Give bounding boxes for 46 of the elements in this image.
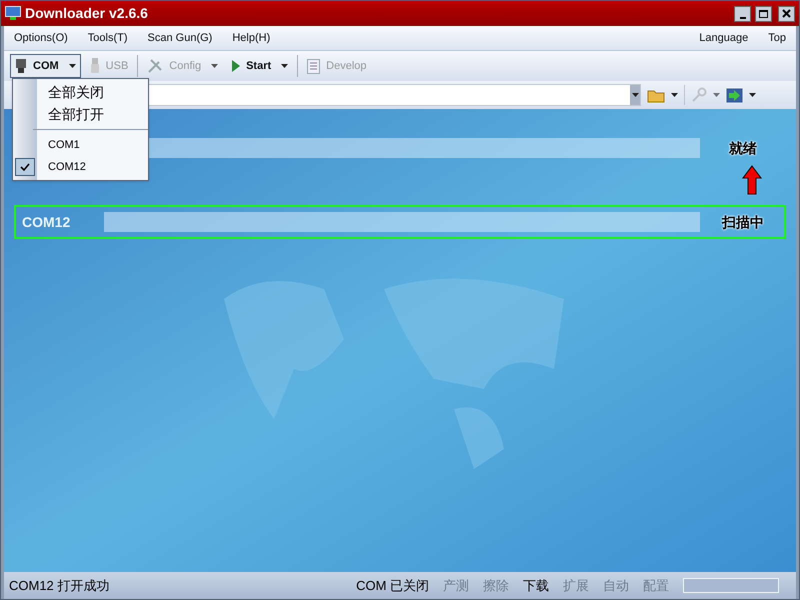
mode-label: 产测	[443, 576, 470, 595]
menu-item[interactable]: Top	[761, 30, 793, 46]
play-icon	[232, 60, 240, 72]
toolbar-button[interactable]: Start	[227, 54, 294, 78]
monitor-icon	[5, 6, 21, 21]
status-message: COM12 打开成功	[9, 576, 110, 595]
caret-icon[interactable]	[671, 93, 678, 97]
toolbar-button[interactable]: COM	[10, 54, 81, 78]
caret-icon[interactable]	[749, 93, 756, 97]
menu-item[interactable]: Help(H)	[224, 30, 278, 46]
caret-icon[interactable]	[68, 64, 76, 68]
channel-status: 就绪	[728, 138, 758, 158]
mode-label: 下载	[523, 576, 550, 595]
menu-option[interactable]: 全部关闭	[13, 81, 148, 103]
menu-item[interactable]: Language	[692, 30, 756, 46]
option-label: COM12	[48, 160, 86, 175]
mode-label: 配置	[643, 576, 670, 595]
mode-label: 扩展	[563, 576, 590, 595]
exit-arrow-icon[interactable]	[726, 88, 743, 102]
close-button[interactable]	[778, 6, 795, 22]
folder-icon[interactable]	[647, 88, 665, 102]
option-label: 全部关闭	[48, 82, 104, 102]
mode-label: 自动	[603, 576, 630, 595]
caret-icon[interactable]	[632, 93, 638, 97]
minimize-button[interactable]	[734, 6, 751, 22]
document-icon	[307, 58, 320, 74]
caret-icon[interactable]	[281, 64, 288, 68]
plug-icon	[90, 58, 100, 74]
window-title: Downloader v2.6.6	[25, 4, 149, 23]
dropdown-arrow-button[interactable]	[630, 85, 640, 105]
port-state: COM 已关闭	[356, 576, 430, 595]
up-arrow-icon	[742, 165, 762, 195]
maximize-button[interactable]	[755, 6, 772, 22]
menu-item[interactable]: Tools(T)	[80, 30, 136, 46]
port-label: COM12	[22, 212, 72, 232]
menu-option[interactable]: COM12	[13, 156, 148, 178]
close-icon	[782, 9, 791, 18]
option-label: COM1	[48, 138, 80, 153]
menu-item[interactable]: Options(O)	[6, 30, 76, 46]
menu-option[interactable]: COM1	[13, 134, 148, 156]
menu-option[interactable]: 全部打开	[13, 103, 148, 125]
channel-status: 扫描中	[720, 212, 765, 232]
mode-label: 擦除	[483, 576, 510, 595]
option-label: 全部打开	[48, 104, 104, 124]
connector-icon	[15, 58, 27, 74]
menu-item[interactable]: Scan Gun(G)	[140, 30, 220, 46]
